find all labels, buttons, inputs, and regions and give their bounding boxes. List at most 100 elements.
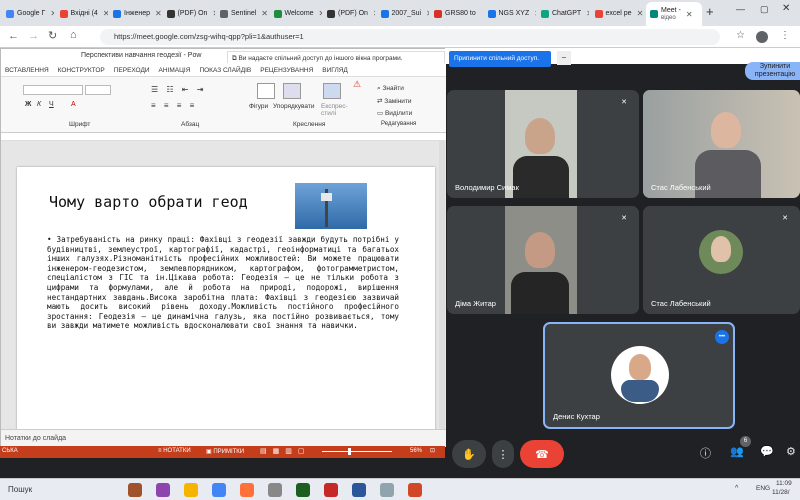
browser-tab[interactable]: Google Г ✕ — [2, 4, 54, 23]
font-color-icon[interactable]: A — [71, 101, 76, 108]
participant-tile-1[interactable]: ✕ Володимир Симак — [447, 90, 639, 198]
close-tab-icon[interactable]: ✕ — [686, 10, 693, 19]
replace-button[interactable]: ⇄ Замінити — [377, 97, 412, 105]
participant-tile-2[interactable]: Стас Лабенський — [643, 90, 800, 198]
url-field[interactable]: https://meet.google.com/zsg-wihq-qpp?pli… — [100, 29, 720, 45]
task-view-icon[interactable] — [128, 483, 142, 497]
ribbon-tab[interactable]: ВИГЛЯД — [322, 67, 348, 74]
close-tab-icon[interactable]: ✕ — [373, 9, 375, 18]
close-tab-icon[interactable]: ✕ — [586, 9, 589, 18]
find-button[interactable]: ⌕ Знайти — [377, 85, 404, 93]
fit-slide-icon[interactable]: ⊡ — [430, 447, 435, 454]
browser-tab[interactable]: (PDF) On ✕ — [163, 4, 215, 23]
browser-tab[interactable]: 2007_Sui ✕ — [377, 4, 429, 23]
home-icon[interactable]: ⌂ — [70, 29, 77, 41]
ribbon-tab[interactable]: ПЕРЕХОДИ — [114, 67, 150, 74]
close-tab-icon[interactable]: ✕ — [481, 9, 482, 18]
stop-sharing-button[interactable]: Припинити спільний доступ. — [449, 51, 551, 67]
close-window-icon[interactable]: ✕ — [782, 3, 790, 14]
word-icon[interactable] — [352, 483, 366, 497]
align-icons[interactable]: ≡ ≡ ≡ ≡ — [151, 101, 197, 110]
arrange-button[interactable]: Упорядкувати — [273, 103, 314, 110]
italic-icon[interactable]: К — [37, 101, 41, 108]
stop-presenting-button[interactable]: Зупинити презентацію — [745, 62, 800, 80]
info-icon[interactable]: ⓘ — [700, 445, 711, 461]
zoom-slider[interactable] — [322, 451, 392, 452]
ribbon-tab[interactable]: ВСТАВЛЕННЯ — [5, 67, 49, 74]
close-tab-icon[interactable]: ✕ — [426, 9, 428, 18]
font-size-box[interactable] — [85, 85, 111, 95]
people-icon[interactable]: 👥 — [730, 445, 744, 458]
quick-styles-icon[interactable] — [323, 83, 341, 99]
clock-date[interactable]: 11/28/ — [772, 489, 790, 496]
reload-icon[interactable]: ↻ — [48, 29, 57, 42]
browser-menu-icon[interactable]: ⋮ — [780, 30, 790, 41]
comments-toggle[interactable]: ▣ ПРИМІТКИ — [206, 448, 244, 455]
close-tab-icon[interactable]: ✕ — [319, 9, 322, 18]
app2-icon[interactable] — [380, 483, 394, 497]
more-actions-button[interactable]: ⋮ — [492, 440, 514, 468]
chrome-icon[interactable] — [212, 483, 226, 497]
close-tab-icon[interactable]: ✕ — [637, 9, 643, 18]
close-tab-icon[interactable]: ✕ — [155, 9, 161, 18]
browser-tab[interactable]: (PDF) On ✕ — [323, 4, 375, 23]
list-icons[interactable]: ☰ ☷ ⇤ ⇥ — [151, 85, 206, 94]
acrobat-icon[interactable] — [324, 483, 338, 497]
close-tab-icon[interactable]: ✕ — [212, 9, 214, 18]
participant-tile-4[interactable]: ✕ Стас Лабенський — [643, 206, 800, 314]
input-language[interactable]: ENG — [756, 485, 770, 492]
view-buttons[interactable]: ▤▦▥▢ — [260, 447, 310, 455]
browser-tab[interactable]: excel pe ✕ — [591, 4, 643, 23]
ribbon-tab[interactable]: КОНСТРУКТОР — [58, 67, 105, 74]
minimize-window-icon[interactable]: — — [736, 4, 745, 14]
font-name-box[interactable] — [23, 85, 83, 95]
clock-time[interactable]: 11:09 — [776, 480, 792, 487]
quick-styles-button[interactable]: Експрес-стилі — [321, 103, 357, 117]
zoom-slider-thumb[interactable] — [348, 448, 351, 455]
firefox-icon[interactable] — [240, 483, 254, 497]
underline-icon[interactable]: Ч — [49, 101, 54, 108]
browser-tab[interactable]: Sentinel ✕ — [216, 4, 268, 23]
new-tab-button[interactable]: + — [706, 4, 714, 19]
browser-tab[interactable]: Welcome ✕ — [270, 4, 322, 23]
notes-pane[interactable]: Нотатки до слайда — [1, 429, 446, 447]
close-tab-icon[interactable]: ✕ — [261, 9, 268, 18]
ribbon-tab[interactable]: АНІМАЦІЯ — [159, 67, 191, 74]
bookmark-star-icon[interactable]: ☆ — [736, 30, 745, 41]
raise-hand-button[interactable]: ✋ — [452, 440, 486, 468]
ribbon-tab[interactable]: РЕЦЕНЗУВАННЯ — [260, 67, 313, 74]
bold-icon[interactable]: Ж — [25, 101, 31, 108]
notes-toggle[interactable]: ≡ НОТАТКИ — [158, 448, 191, 454]
tab-meet-active[interactable]: Meet - відео ✕ — [646, 2, 702, 26]
select-button[interactable]: ▭ Виділити — [377, 109, 412, 117]
profile-avatar[interactable] — [756, 31, 768, 43]
slide-canvas[interactable]: Чому варто обрати геод • Затребуваність … — [17, 167, 435, 452]
browser-tab[interactable]: Інженер ✕ — [109, 4, 161, 23]
leave-call-button[interactable]: ☎ — [520, 440, 564, 468]
vertical-scrollbar[interactable] — [439, 141, 445, 429]
ribbon-tab[interactable]: ПОКАЗ СЛАЙДІВ — [199, 67, 251, 74]
shapes-icon[interactable] — [257, 83, 275, 99]
shapes-button[interactable]: Фігури — [249, 103, 268, 110]
settings-icon[interactable] — [268, 483, 282, 497]
more-options-button[interactable]: ••• — [715, 330, 729, 344]
chat-icon[interactable]: 💬 — [760, 445, 774, 458]
powerpoint-icon[interactable] — [408, 483, 422, 497]
participant-tile-3[interactable]: ✕ Діма Житар — [447, 206, 639, 314]
close-tab-icon[interactable]: ✕ — [50, 9, 54, 18]
browser-tab[interactable]: NGS XYZ ✕ — [484, 4, 536, 23]
back-icon[interactable]: ← — [8, 30, 19, 42]
copilot-icon[interactable] — [156, 483, 170, 497]
maximize-window-icon[interactable]: ▢ — [760, 4, 769, 15]
file-explorer-icon[interactable] — [184, 483, 198, 497]
app-icon[interactable] — [296, 483, 310, 497]
hide-share-bar-button[interactable]: _ — [557, 51, 571, 65]
taskbar-search[interactable]: Пошук — [4, 482, 124, 498]
arrange-icon[interactable] — [283, 83, 301, 99]
participant-tile-5[interactable]: ••• Денис Кухтар — [543, 322, 735, 429]
forward-icon[interactable]: → — [28, 30, 39, 42]
close-tab-icon[interactable]: ✕ — [534, 9, 535, 18]
browser-tab[interactable]: ChatGPT ✕ — [537, 4, 589, 23]
close-tab-icon[interactable]: ✕ — [103, 9, 108, 18]
activities-icon[interactable]: ⚙ — [786, 445, 796, 458]
